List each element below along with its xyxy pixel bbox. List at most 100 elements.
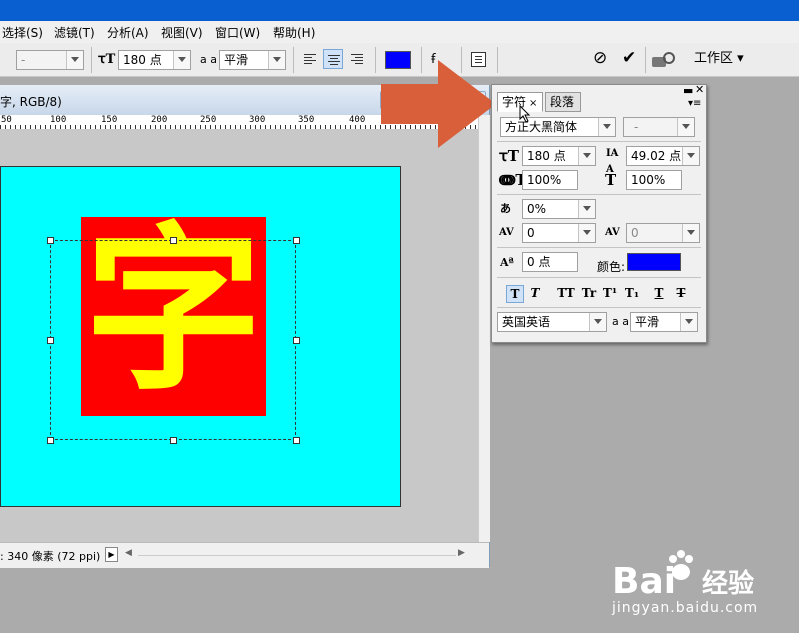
ruler-tick-label: 50 xyxy=(1,115,12,125)
menu-view[interactable]: 视图(V) xyxy=(161,24,203,41)
anti-alias-value: 平滑 xyxy=(224,53,249,67)
transform-handle-se[interactable] xyxy=(293,437,300,444)
divider xyxy=(497,247,701,248)
language-value: 英国英语 xyxy=(502,315,551,329)
transform-handle-w[interactable] xyxy=(47,337,54,344)
menu-filter[interactable]: 滤镜(T) xyxy=(54,24,95,41)
divider xyxy=(497,141,701,142)
panel-font-size-select[interactable]: 180 点 xyxy=(522,146,596,166)
baidu-jingyan-watermark: Bai 经验 jingyan.baidu.com xyxy=(612,548,792,618)
panel-anti-alias-value: 平滑 xyxy=(635,315,660,329)
tracking-icon: AV xyxy=(605,227,620,238)
ruler-tick-label: 150 xyxy=(101,115,118,125)
transform-handle-sw[interactable] xyxy=(47,437,54,444)
font-family-select[interactable]: 方正大黑简体 xyxy=(500,117,616,137)
horizontal-scrollbar[interactable] xyxy=(138,555,456,556)
tab-paragraph[interactable]: 段落 xyxy=(545,92,581,112)
divider xyxy=(293,47,294,73)
app-title-bar xyxy=(0,0,799,21)
font-style-select[interactable]: - xyxy=(16,50,84,70)
font-size-icon: ꚍT xyxy=(98,52,116,67)
small-caps-button[interactable]: Tr xyxy=(578,285,600,303)
align-center-button[interactable] xyxy=(323,49,343,69)
panel-font-style-select[interactable]: - xyxy=(623,117,695,137)
transform-handle-s[interactable] xyxy=(170,437,177,444)
transform-handle-n[interactable] xyxy=(170,237,177,244)
ruler-tick-label: 350 xyxy=(298,115,315,125)
menu-help[interactable]: 帮助(H) xyxy=(273,24,315,41)
panel-collapse-icon[interactable]: ▬ xyxy=(683,84,693,97)
cancel-icon[interactable]: ⊘ xyxy=(593,50,607,67)
chevron-down-icon xyxy=(578,200,595,218)
chevron-down-icon xyxy=(677,118,694,136)
horizontal-scale-input[interactable]: 100% xyxy=(626,170,682,190)
panel-color-swatch[interactable] xyxy=(627,253,681,271)
underline-button[interactable]: T xyxy=(650,285,668,303)
status-bar: : 340 像素 (72 ppi) ▶ ◀ ▶ xyxy=(0,542,489,568)
kerning-select[interactable]: 0 xyxy=(522,223,596,243)
status-menu-arrow-icon[interactable]: ▶ xyxy=(105,547,118,562)
faux-italic-button[interactable]: T xyxy=(526,285,544,303)
vertical-scrollbar[interactable] xyxy=(478,115,490,542)
font-style-value: - xyxy=(21,53,26,67)
panel-close-icon[interactable]: ✕ xyxy=(695,83,704,96)
transform-handle-e[interactable] xyxy=(293,337,300,344)
mouse-cursor-icon xyxy=(519,105,531,123)
chevron-down-icon xyxy=(589,313,606,331)
tab-paragraph-label: 段落 xyxy=(550,95,575,109)
document-info: : 340 像素 (72 ppi) xyxy=(0,550,101,563)
leading-select[interactable]: 49.02 点 xyxy=(626,146,700,166)
commit-checkmark-icon[interactable]: ✔ xyxy=(622,50,636,67)
leading-value: 49.02 点 xyxy=(631,149,682,163)
all-caps-button[interactable]: TT xyxy=(555,285,577,303)
workspace-menu[interactable]: 工作区 ▾ xyxy=(694,51,744,67)
panel-anti-alias-select[interactable]: 平滑 xyxy=(630,312,698,332)
kerning-value: 0 xyxy=(527,226,535,240)
transform-bounding-box[interactable] xyxy=(50,240,296,440)
chevron-down-icon xyxy=(682,147,699,165)
vertical-scale-input[interactable]: 100% xyxy=(522,170,578,190)
language-select[interactable]: 英国英语 xyxy=(497,312,607,332)
transform-handle-ne[interactable] xyxy=(293,237,300,244)
tsume-value: 0% xyxy=(527,202,547,216)
divider xyxy=(497,277,701,278)
scroll-right-arrow-icon[interactable]: ▶ xyxy=(458,548,465,558)
faux-bold-button[interactable]: T xyxy=(506,285,524,303)
anti-alias-icon: a a xyxy=(200,53,217,66)
chevron-down-icon xyxy=(268,51,285,69)
scroll-left-arrow-icon[interactable]: ◀ xyxy=(125,548,132,558)
panel-menu-icon[interactable]: ▾≡ xyxy=(688,98,701,109)
align-left-button[interactable] xyxy=(300,49,320,69)
ruler-tick-label: 200 xyxy=(151,115,168,125)
chevron-down-icon xyxy=(66,51,83,69)
menu-analysis[interactable]: 分析(A) xyxy=(107,24,149,41)
font-family-value: 方正大黑简体 xyxy=(505,120,578,134)
menu-window[interactable]: 窗口(W) xyxy=(215,24,260,41)
chevron-down-icon xyxy=(680,313,697,331)
divider xyxy=(497,194,701,195)
subscript-button[interactable]: T₁ xyxy=(622,285,642,303)
ruler-tick-label: 250 xyxy=(200,115,217,125)
workspace-label: 工作区 xyxy=(694,51,734,66)
transform-handle-nw[interactable] xyxy=(47,237,54,244)
ruler-tick-label: 400 xyxy=(349,115,366,125)
chevron-down-icon xyxy=(682,224,699,242)
bridge-icon[interactable] xyxy=(651,51,675,69)
baseline-shift-input[interactable]: 0 点 xyxy=(522,252,578,272)
align-right-button[interactable] xyxy=(347,49,367,69)
menu-select[interactable]: 选择(S) xyxy=(2,24,43,41)
font-size-select[interactable]: 180 点 xyxy=(118,50,191,70)
tracking-select[interactable]: 0 xyxy=(626,223,700,243)
tsume-select[interactable]: 0% xyxy=(522,199,596,219)
chevron-down-icon xyxy=(578,147,595,165)
panel-font-style-value: - xyxy=(634,120,639,134)
tsume-icon: あ xyxy=(500,202,511,215)
color-label: 颜色: xyxy=(597,260,626,274)
kerning-icon: AV xyxy=(499,227,514,238)
strikethrough-button[interactable]: T xyxy=(672,285,690,303)
menu-bar: 选择(S) 滤镜(T) 分析(A) 视图(V) 窗口(W) 帮助(H) xyxy=(0,21,799,43)
jingyan-brand-text: 经验 xyxy=(702,569,755,599)
superscript-button[interactable]: T¹ xyxy=(600,285,620,303)
tracking-value: 0 xyxy=(631,226,639,240)
anti-alias-select[interactable]: 平滑 xyxy=(219,50,286,70)
